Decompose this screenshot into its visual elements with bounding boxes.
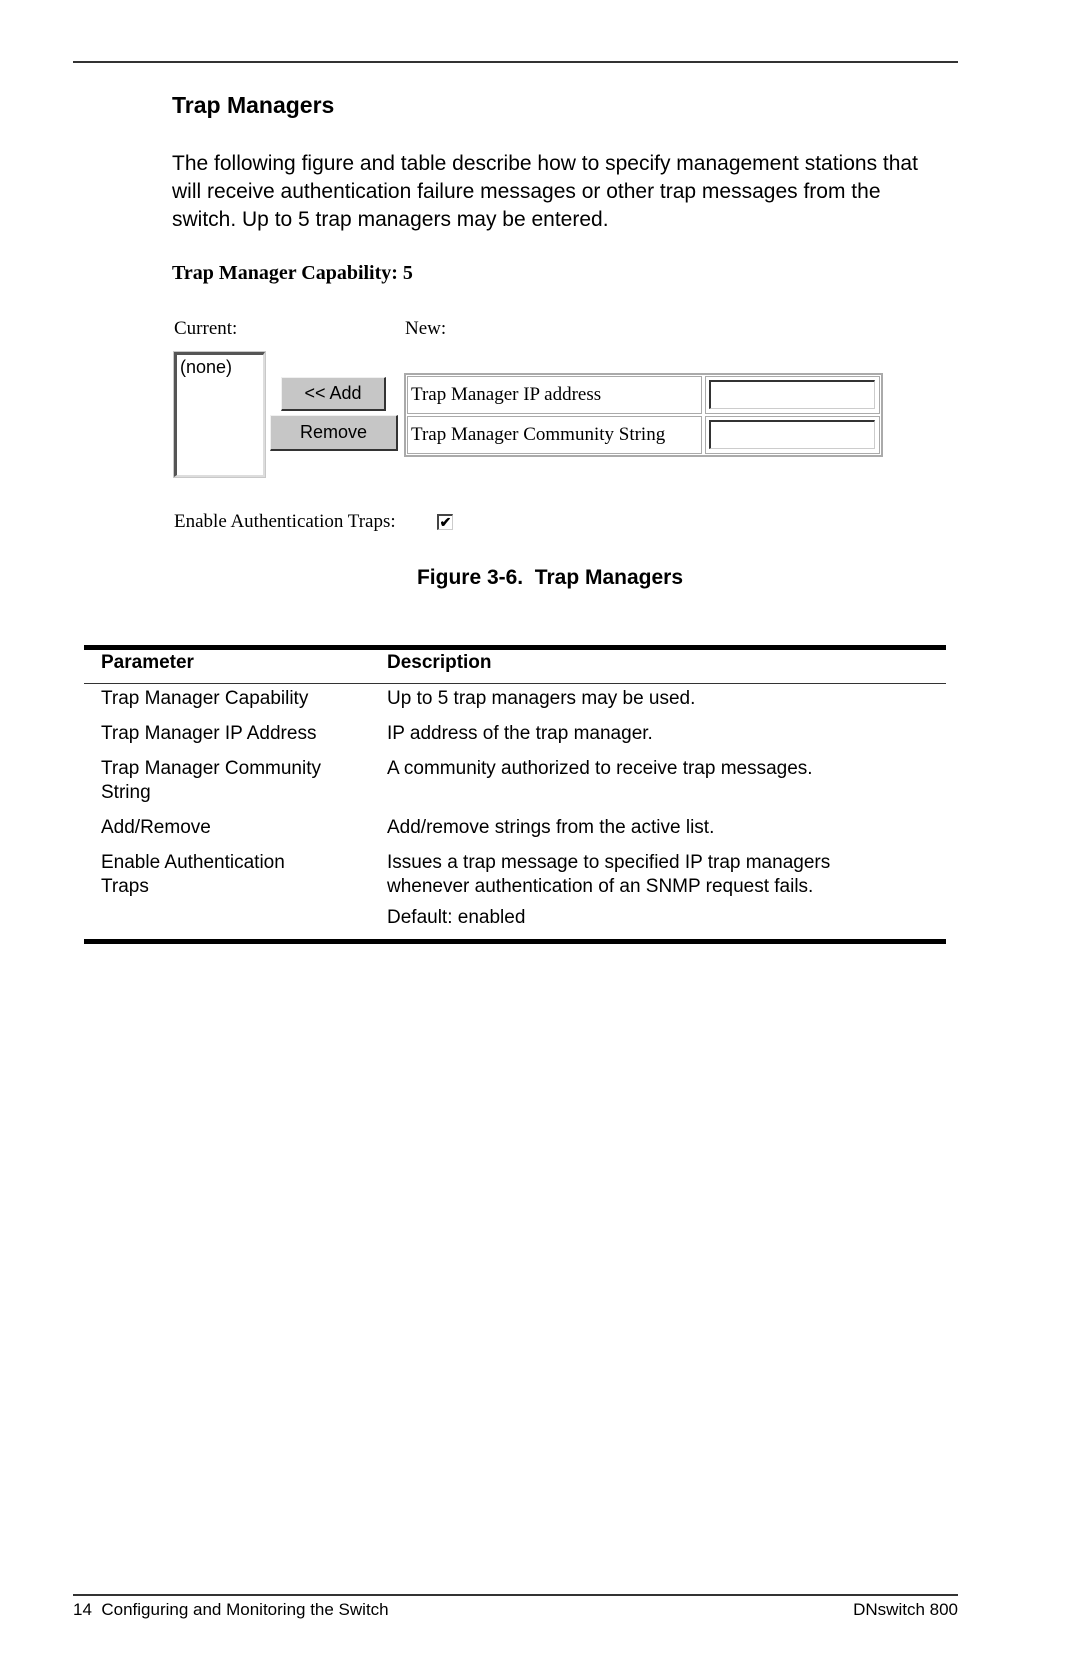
remove-button[interactable]: Remove xyxy=(270,415,398,451)
desc-cell: Add/remove strings from the active list. xyxy=(387,817,715,838)
ip-address-label: Trap Manager IP address xyxy=(407,376,702,414)
current-label: Current: xyxy=(174,318,238,339)
section-title: Trap Managers xyxy=(172,92,335,118)
footer-product-name: DNswitch 800 xyxy=(853,1600,958,1619)
new-manager-form: Trap Manager IP address Trap Manager Com… xyxy=(404,373,883,457)
community-string-input[interactable] xyxy=(709,420,875,449)
table-bottom-rule xyxy=(84,939,946,944)
enable-auth-traps-label: Enable Authentication Traps: xyxy=(174,511,396,532)
param-cell: Trap Manager IP Address xyxy=(101,723,317,744)
check-icon: ✔ xyxy=(439,514,452,530)
header-parameter: Parameter xyxy=(101,652,194,673)
capability-heading: Trap Manager Capability: 5 xyxy=(172,262,413,284)
list-item[interactable]: (none) xyxy=(180,357,260,378)
param-cell: Enable Authentication Traps xyxy=(101,852,285,897)
add-button[interactable]: << Add xyxy=(281,377,386,411)
enable-auth-traps-checkbox[interactable]: ✔ xyxy=(437,514,453,530)
community-string-cell xyxy=(705,416,880,454)
desc-cell: Up to 5 trap managers may be used. xyxy=(387,688,696,709)
community-string-label: Trap Manager Community String xyxy=(407,416,702,454)
default-note: Default: enabled xyxy=(387,907,526,928)
param-cell: Add/Remove xyxy=(101,817,211,838)
current-managers-listbox[interactable]: (none) xyxy=(174,352,265,477)
footer-rule xyxy=(73,1594,958,1596)
footer-page-info: 14 Configuring and Monitoring the Switch xyxy=(73,1600,389,1619)
desc-cell: A community authorized to receive trap m… xyxy=(387,758,813,779)
desc-cell: Issues a trap message to specified IP tr… xyxy=(387,852,831,897)
figure-caption: Figure 3-6. Trap Managers xyxy=(416,566,684,589)
ip-address-row: Trap Manager IP address xyxy=(406,376,881,414)
table-top-rule xyxy=(84,645,946,650)
intro-paragraph: The following figure and table describe … xyxy=(172,152,918,231)
ip-address-input[interactable] xyxy=(709,380,875,409)
new-label: New: xyxy=(405,318,447,339)
header-rule-thin xyxy=(84,683,946,684)
community-string-row: Trap Manager Community String xyxy=(406,416,881,454)
param-cell: Trap Manager Capability xyxy=(101,688,309,709)
ip-address-cell xyxy=(705,376,880,414)
param-cell: Trap Manager Community String xyxy=(101,758,321,803)
desc-cell: IP address of the trap manager. xyxy=(387,723,653,744)
header-rule xyxy=(73,61,958,63)
header-description: Description xyxy=(387,652,492,673)
